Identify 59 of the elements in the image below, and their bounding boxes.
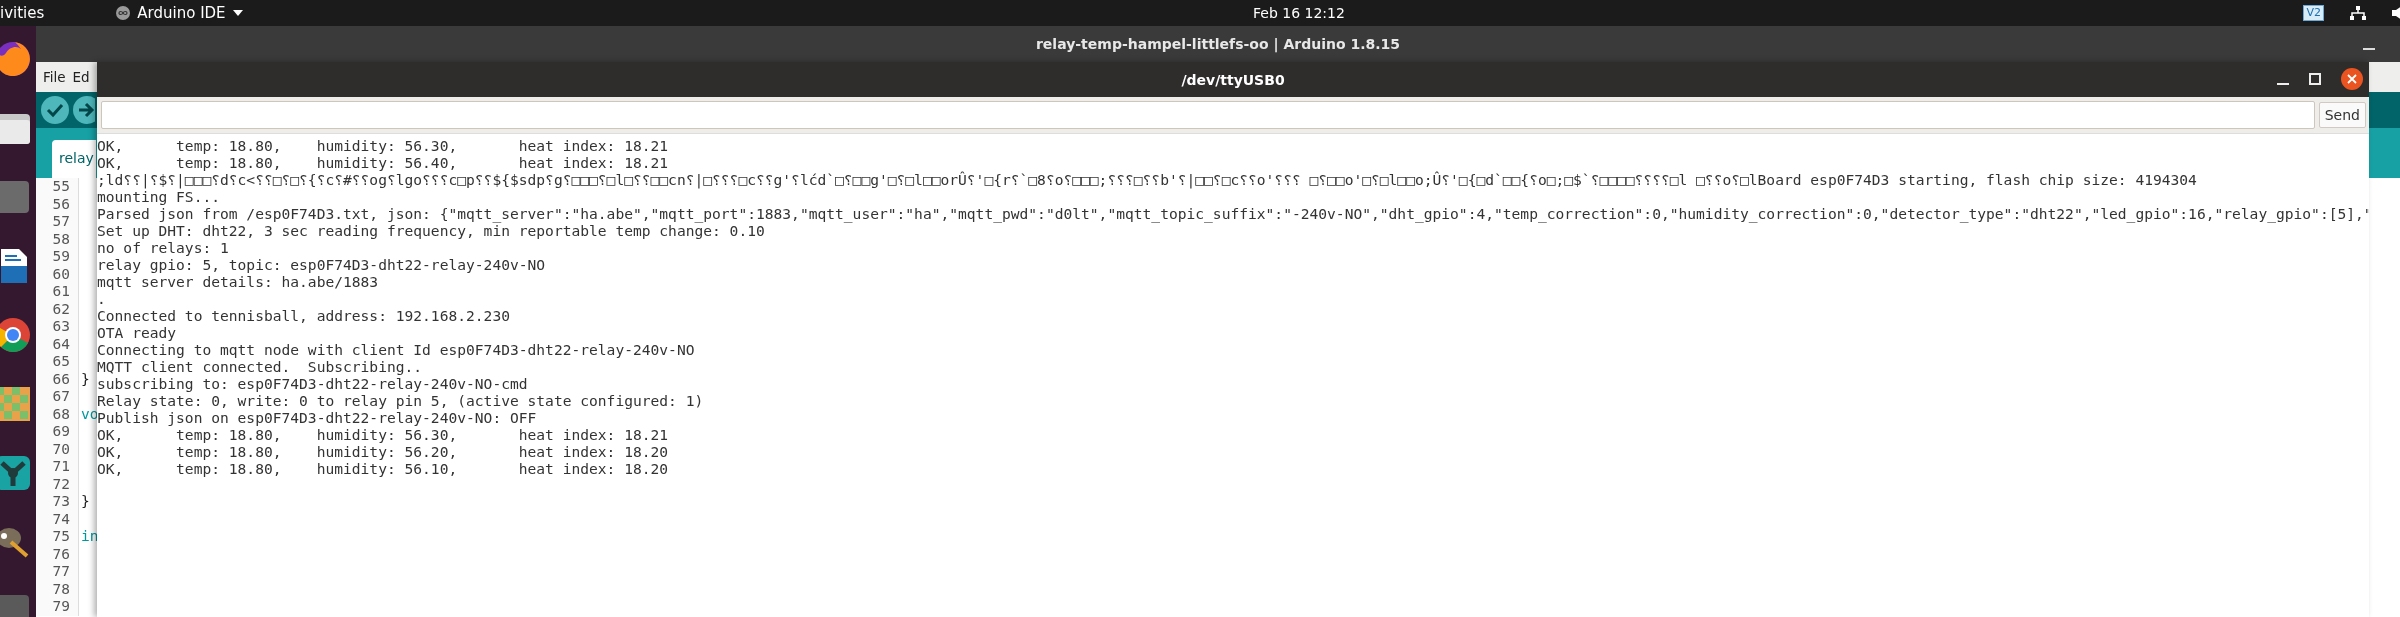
code-text: in [80, 528, 99, 546]
output-line: . [97, 290, 107, 307]
window-title: /dev/ttyUSB0 [1181, 71, 1285, 88]
app-menu[interactable]: Arduino IDE [116, 4, 243, 22]
line-number: 73 [36, 493, 79, 511]
line-number: 63 [36, 318, 79, 336]
output-line: OK, temp: 18.80, humidity: 56.20, heat index: 18.20 [97, 443, 670, 460]
output-line: OK, temp: 18.80, humidity: 56.30, heat index: 18.21 [97, 426, 670, 443]
caret-icon [232, 10, 243, 16]
output-line: Set up DHT: dht22, 3 sec reading frequency, min reportable temp change: 0.10 [97, 222, 765, 239]
line-number: 71 [36, 458, 79, 476]
line-number: 69 [36, 423, 79, 441]
clock[interactable]: Feb 16 12:12 [1253, 5, 1345, 21]
output-line: relay gpio: 5, topic: esp0F74D3-dht22-relay-240v-NO [97, 256, 547, 273]
menu-item[interactable]: Ed [72, 69, 90, 85]
line-number: 79 [36, 598, 79, 616]
line-number: 67 [36, 388, 79, 406]
checkerboard-icon[interactable] [0, 384, 33, 424]
line-number: 57 [36, 213, 79, 231]
menu-item[interactable]: File [43, 69, 66, 85]
message-field[interactable] [101, 101, 2315, 129]
output-line: OK, temp: 18.80, humidity: 56.30, heat index: 18.21 [97, 137, 670, 154]
line-number: 65 [36, 353, 79, 371]
network-icon[interactable] [2350, 6, 2366, 20]
check-icon[interactable] [41, 96, 69, 124]
code-text: vo [80, 405, 99, 422]
output-line: Publish json on esp0F74D3-dht22-relay-240v-NO: OFF [97, 409, 538, 426]
output-line: OTA ready [97, 324, 178, 341]
tab[interactable]: relay [52, 140, 96, 178]
line-number: 75 [36, 528, 79, 546]
line-number: 59 [36, 248, 79, 266]
send-button[interactable]: Send [2318, 102, 2366, 128]
code-text: } [80, 370, 90, 388]
browser-icon[interactable] [0, 315, 33, 355]
close-icon[interactable] [2341, 68, 2363, 90]
indicator-badge[interactable]: V2 [2303, 5, 2324, 21]
infinity-icon [116, 6, 131, 20]
activities-button[interactable]: ivities [0, 4, 45, 22]
line-number: 55 [36, 178, 79, 196]
speaker-icon[interactable] [2392, 6, 2400, 20]
output-line: OK, temp: 18.80, humidity: 56.10, heat index: 18.20 [97, 460, 670, 477]
output-line: mqtt server details: ha.abe/1883 [97, 273, 380, 290]
maximize-icon[interactable] [2309, 73, 2321, 85]
window-title: relay-temp-hampel-littlefs-oo | Arduino 1.8.15 [1035, 36, 1401, 52]
output-line: ;ld⸮⸮|⸮$⸮|□□□⸮d⸮c<⸮⸮□⸮□⸮{⸮c⸮#⸮⸮og⸮lgo⸮⸮⸮c□p⸮⸮${$sdp⸮g⸮□□□⸮□l□⸮⸮□□cn⸮|□⸮⸮⸮□c⸮⸮g'⸮lćd`□⸮□□g'□⸮□l□□orÛ⸮'□{r⸮`□8⸮o⸮□□□;⸮⸮⸮□⸮⸮b'⸮|□□⸮□c⸮⸮o'⸮⸮⸮ □⸮□□o'□⸮□l□□o;Û⸮'□{□d`□□{⸮o□;□$`⸮□□□□⸮⸮⸮⸮□l □⸮⸮o⸮□lBoard esp0F74D3 starting, flash chip size: 4194304 [97, 171, 2198, 188]
output-line: OK, temp: 18.80, humidity: 56.40, heat index: 18.21 [97, 154, 670, 171]
line-number: 61 [36, 283, 79, 301]
output-line: MQTT client connected. Subscribing.. [97, 358, 424, 375]
output-line: mounting FS... [97, 188, 220, 205]
output-line: Connected to tennisball, address: 192.168.2.230 [97, 307, 511, 324]
output-line: no of relays: 1 [97, 239, 230, 256]
output-line: subscribing to: esp0F74D3-dht22-relay-240v-NO-cmd [97, 375, 529, 392]
line-number: 77 [36, 563, 79, 581]
hub-icon[interactable] [0, 453, 33, 493]
output-line: Relay state: 0, write: 0 to relay pin 5, (active state configured: 1) [97, 392, 705, 409]
output-line: Connecting to mqtt node with client Id esp0F74D3-dht22-relay-240v-NO [97, 341, 696, 358]
code-text: } [80, 493, 90, 511]
browser-icon[interactable] [0, 39, 33, 79]
arrow-icon[interactable] [73, 96, 95, 124]
